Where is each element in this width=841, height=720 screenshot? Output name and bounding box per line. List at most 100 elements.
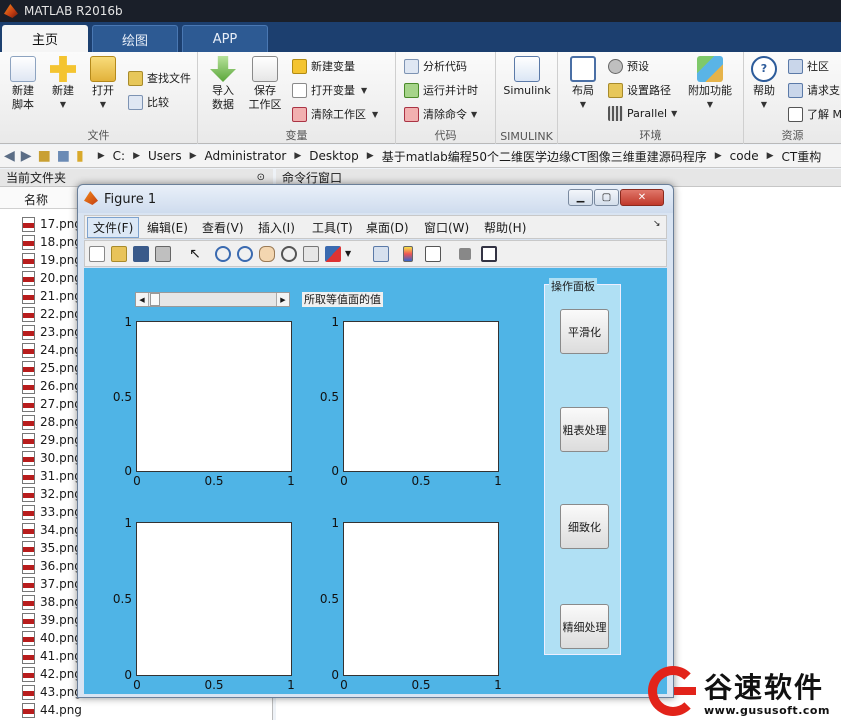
pan-icon[interactable] <box>259 246 275 262</box>
hide-tools-icon[interactable] <box>459 248 471 260</box>
dock-arrow-icon[interactable]: ↘ <box>653 219 661 229</box>
menu-view[interactable]: 查看(V) <box>202 219 244 236</box>
file-row[interactable]: 24.png <box>22 341 82 359</box>
learn-matlab-button[interactable]: 了解 M <box>788 106 841 122</box>
file-row[interactable]: 17.png <box>22 215 82 233</box>
forward-arrow-icon[interactable]: ▶ <box>21 148 32 164</box>
legend-icon[interactable] <box>425 246 441 262</box>
file-row[interactable]: 18.png <box>22 233 82 251</box>
file-row[interactable]: 31.png <box>22 467 82 485</box>
addons-button[interactable]: 附加功能 ▼ <box>686 56 734 112</box>
help-button[interactable]: ? 帮助 ▼ <box>748 56 780 112</box>
menu-file[interactable]: 文件(F) <box>87 217 140 238</box>
print-icon[interactable] <box>155 246 171 262</box>
file-row[interactable]: 40.png <box>22 629 82 647</box>
open-file-icon[interactable] <box>111 246 127 262</box>
file-row[interactable]: 29.png <box>22 431 82 449</box>
compare-button[interactable]: 比较 <box>128 94 169 110</box>
brush-icon[interactable] <box>325 246 341 262</box>
file-row[interactable]: 36.png <box>22 557 82 575</box>
file-row[interactable]: 26.png <box>22 377 82 395</box>
link-icon[interactable] <box>373 246 389 262</box>
file-row[interactable]: 44.png <box>22 701 82 719</box>
path-segment[interactable]: Desktop <box>309 149 359 163</box>
axes-top-right[interactable]: 1 0.5 0 0 0.5 1 <box>320 315 502 488</box>
layout-button[interactable]: 布局 ▼ <box>566 56 600 112</box>
path-segment[interactable]: CT重构 <box>782 148 822 165</box>
menu-insert[interactable]: 插入(I) <box>258 219 295 236</box>
slider-thumb[interactable] <box>150 293 160 306</box>
import-data-button[interactable]: 导入 数据 <box>206 56 240 112</box>
axes-top-left[interactable]: 1 0.5 0 0 0.5 1 <box>113 315 295 488</box>
zoom-out-icon[interactable] <box>237 246 253 262</box>
simulink-button[interactable]: Simulink <box>502 56 552 98</box>
menu-edit[interactable]: 编辑(E) <box>147 219 188 236</box>
fine-process-button[interactable]: 精细处理 <box>560 604 609 649</box>
panel-menu-icon[interactable]: ⊙ <box>257 172 265 183</box>
menu-tools[interactable]: 工具(T) <box>312 219 353 236</box>
up-folder-icon[interactable]: ■ <box>38 148 51 164</box>
run-and-time-button[interactable]: 运行并计时 <box>404 82 478 98</box>
back-arrow-icon[interactable]: ◀ <box>4 148 15 164</box>
file-row[interactable]: 21.png <box>22 287 82 305</box>
file-row[interactable]: 34.png <box>22 521 82 539</box>
file-row[interactable]: 35.png <box>22 539 82 557</box>
file-row[interactable]: 25.png <box>22 359 82 377</box>
parallel-button[interactable]: Parallel ▼ <box>608 106 677 121</box>
new-script-button[interactable]: 新建 脚本 <box>6 56 40 112</box>
new-figure-icon[interactable] <box>89 246 105 262</box>
column-header-name[interactable]: 名称 <box>24 191 48 208</box>
open-variable-button[interactable]: 打开变量 ▼ <box>292 82 367 98</box>
preferences-button[interactable]: 预设 <box>608 58 649 74</box>
file-row[interactable]: 41.png <box>22 647 82 665</box>
refine-button[interactable]: 细致化 <box>560 504 609 549</box>
close-button[interactable]: ✕ <box>620 189 664 206</box>
file-row[interactable]: 33.png <box>22 503 82 521</box>
dock-icon[interactable] <box>481 246 497 262</box>
tab-plots[interactable]: 绘图 <box>92 25 178 52</box>
zoom-in-icon[interactable] <box>215 246 231 262</box>
clear-workspace-button[interactable]: 清除工作区 ▼ <box>292 106 378 122</box>
pointer-icon[interactable]: ↖ <box>187 246 203 262</box>
isovalue-slider[interactable]: ◀ ▶ <box>135 292 290 307</box>
minimize-button[interactable]: ▁ <box>568 189 593 206</box>
file-row[interactable]: 38.png <box>22 593 82 611</box>
file-row[interactable]: 37.png <box>22 575 82 593</box>
tab-apps[interactable]: APP <box>182 25 268 52</box>
file-row[interactable]: 30.png <box>22 449 82 467</box>
menu-help[interactable]: 帮助(H) <box>484 219 526 236</box>
path-segment[interactable]: Administrator <box>205 149 287 163</box>
chevron-down-icon[interactable]: ▼ <box>345 246 361 262</box>
browse-folder-icon[interactable]: ■ <box>57 148 70 164</box>
slider-right-arrow-icon[interactable]: ▶ <box>276 293 289 306</box>
open-button[interactable]: 打开 ▼ <box>86 56 120 112</box>
file-row[interactable]: 28.png <box>22 413 82 431</box>
new-variable-button[interactable]: 新建变量 <box>292 58 355 74</box>
file-row[interactable]: 43.png <box>22 683 82 701</box>
path-segment[interactable]: code <box>730 149 759 163</box>
path-segment[interactable]: 基于matlab编程50个二维医学边缘CT图像三维重建源码程序 <box>382 148 707 165</box>
axes-bottom-left[interactable]: 1 0.5 0 0 0.5 1 <box>113 516 295 692</box>
path-segment[interactable]: C: <box>113 149 125 163</box>
analyze-code-button[interactable]: 分析代码 <box>404 58 467 74</box>
colorbar-icon[interactable] <box>403 246 413 262</box>
file-row[interactable]: 27.png <box>22 395 82 413</box>
file-row[interactable]: 20.png <box>22 269 82 287</box>
menu-window[interactable]: 窗口(W) <box>424 219 469 236</box>
menu-desktop[interactable]: 桌面(D) <box>366 219 409 236</box>
axes-bottom-right[interactable]: 1 0.5 0 0 0.5 1 <box>320 516 502 692</box>
set-path-button[interactable]: 设置路径 <box>608 82 671 98</box>
file-row[interactable]: 23.png <box>22 323 82 341</box>
slider-left-arrow-icon[interactable]: ◀ <box>136 293 149 306</box>
save-workspace-button[interactable]: 保存 工作区 <box>246 56 284 112</box>
maximize-button[interactable]: ▢ <box>594 189 619 206</box>
smooth-button[interactable]: 平滑化 <box>560 309 609 354</box>
new-button[interactable]: 新建 ▼ <box>46 56 80 112</box>
file-row[interactable]: 42.png <box>22 665 82 683</box>
request-support-button[interactable]: 请求支 <box>788 82 840 98</box>
rotate-icon[interactable] <box>281 246 297 262</box>
file-row[interactable]: 32.png <box>22 485 82 503</box>
file-row[interactable]: 19.png <box>22 251 82 269</box>
clear-commands-button[interactable]: 清除命令 ▼ <box>404 106 477 122</box>
community-button[interactable]: 社区 <box>788 58 829 74</box>
